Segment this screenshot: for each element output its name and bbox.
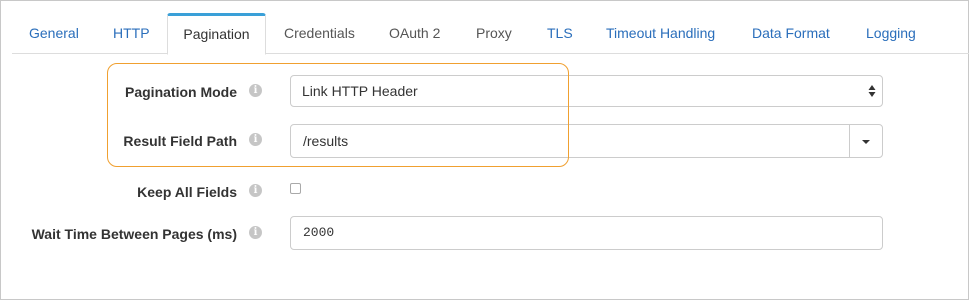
caret-down-icon — [862, 140, 870, 144]
info-icon[interactable]: i — [249, 133, 262, 146]
tab-pagination[interactable]: Pagination — [167, 13, 266, 55]
tab-bar: General HTTP Pagination Credentials OAut… — [12, 13, 969, 55]
info-icon[interactable]: i — [249, 226, 262, 239]
tab-http[interactable]: HTTP — [113, 13, 150, 53]
tab-data-format[interactable]: Data Format — [752, 13, 830, 53]
wait-time-label: Wait Time Between Pages (ms) — [31, 226, 237, 242]
tab-oauth2[interactable]: OAuth 2 — [389, 13, 440, 53]
wait-time-input[interactable]: 2000 — [290, 216, 883, 250]
result-field-path-input[interactable]: /results — [290, 124, 850, 158]
result-field-path-label: Result Field Path — [123, 133, 237, 149]
tab-logging[interactable]: Logging — [866, 13, 916, 53]
info-icon[interactable]: i — [249, 84, 262, 97]
tab-timeout-handling[interactable]: Timeout Handling — [606, 13, 715, 53]
keep-all-fields-label: Keep All Fields — [137, 184, 237, 200]
tab-general[interactable]: General — [29, 13, 79, 53]
result-field-path-dropdown-button[interactable] — [849, 124, 883, 158]
select-arrows-icon — [868, 85, 876, 97]
info-icon[interactable]: i — [249, 184, 262, 197]
keep-all-fields-checkbox[interactable] — [290, 183, 301, 194]
tab-tls[interactable]: TLS — [547, 13, 573, 53]
result-field-path-value: /results — [303, 133, 349, 149]
wait-time-value: 2000 — [303, 225, 335, 240]
tab-proxy[interactable]: Proxy — [476, 13, 512, 53]
pagination-mode-select[interactable]: Link HTTP Header — [290, 75, 883, 107]
pagination-mode-value: Link HTTP Header — [302, 83, 418, 99]
pagination-mode-label: Pagination Mode — [125, 84, 237, 100]
tab-credentials[interactable]: Credentials — [284, 13, 355, 53]
